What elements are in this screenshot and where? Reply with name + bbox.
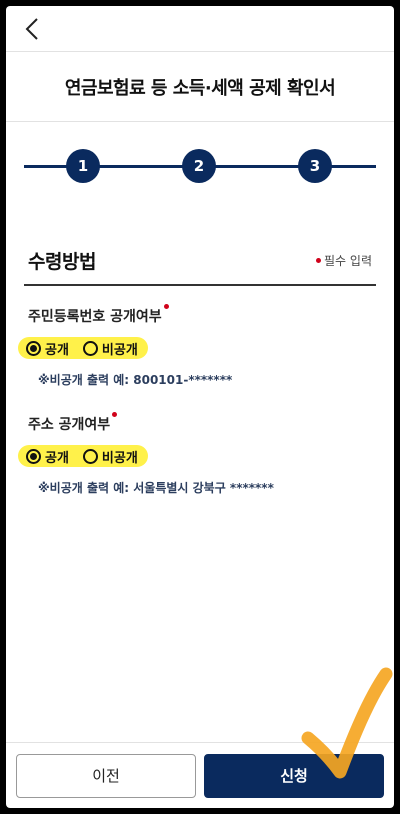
field-address-disclosure: 주소 공개여부 공개 비공개 ※비공개 출력 예: 서울특별시 강북구 ****… — [18, 412, 372, 496]
radio-public[interactable]: 공개 — [26, 447, 69, 466]
stepper: 1 2 3 — [24, 122, 376, 192]
radio-private[interactable]: 비공개 — [82, 339, 138, 358]
radio-label: 공개 — [45, 342, 69, 358]
required-dot-icon — [316, 257, 322, 263]
field-note: ※비공개 출력 예: 서울특별시 강북구 ******* — [38, 481, 274, 495]
field-ssn-disclosure: 주민등록번호 공개여부 공개 비공개 ※비공개 출력 예: 800101-***… — [18, 304, 372, 388]
field-label: 주민등록번호 공개여부 — [28, 304, 169, 326]
step-3[interactable]: 3 — [298, 149, 332, 183]
radio-label: 비공개 — [101, 342, 138, 358]
radio-label: 공개 — [45, 450, 69, 466]
field-label: 주소 공개여부 — [28, 412, 118, 434]
title-area: 연금보험료 등 소득·세액 공제 확인서 — [6, 52, 394, 122]
back-button[interactable] — [20, 15, 44, 43]
bottom-bar: 이전 신청 — [6, 742, 394, 808]
section-title: 수령방법 — [28, 250, 96, 273]
step-2[interactable]: 2 — [182, 149, 216, 183]
field-label-text: 주민등록번호 공개여부 — [28, 309, 162, 325]
radio-unchecked-icon — [82, 340, 98, 356]
step-1[interactable]: 1 — [66, 149, 100, 183]
prev-button[interactable]: 이전 — [16, 753, 196, 798]
required-dot-icon — [112, 412, 118, 417]
screen: 연금보험료 등 소득·세액 공제 확인서 1 2 3 수령방법 필수 입력 주민… — [6, 6, 394, 808]
field-note: ※비공개 출력 예: 800101-******* — [38, 373, 233, 387]
page-title: 연금보험료 등 소득·세액 공제 확인서 — [64, 77, 336, 99]
apply-button[interactable]: 신청 — [204, 753, 384, 798]
required-dot-icon — [163, 304, 169, 309]
radio-group: 공개 비공개 — [18, 445, 148, 467]
field-label-text: 주소 공개여부 — [28, 417, 111, 433]
required-note: 필수 입력 — [316, 252, 372, 269]
radio-public[interactable]: 공개 — [26, 339, 69, 358]
radio-unchecked-icon — [82, 448, 98, 464]
section-header: 수령방법 필수 입력 — [24, 236, 376, 286]
radio-checked-icon — [26, 448, 41, 464]
radio-checked-icon — [26, 340, 41, 356]
top-bar — [6, 6, 394, 52]
required-note-text: 필수 입력 — [324, 253, 372, 268]
radio-label: 비공개 — [101, 450, 138, 466]
radio-group: 공개 비공개 — [18, 337, 148, 359]
radio-private[interactable]: 비공개 — [82, 447, 138, 466]
chevron-left-icon — [25, 18, 38, 40]
